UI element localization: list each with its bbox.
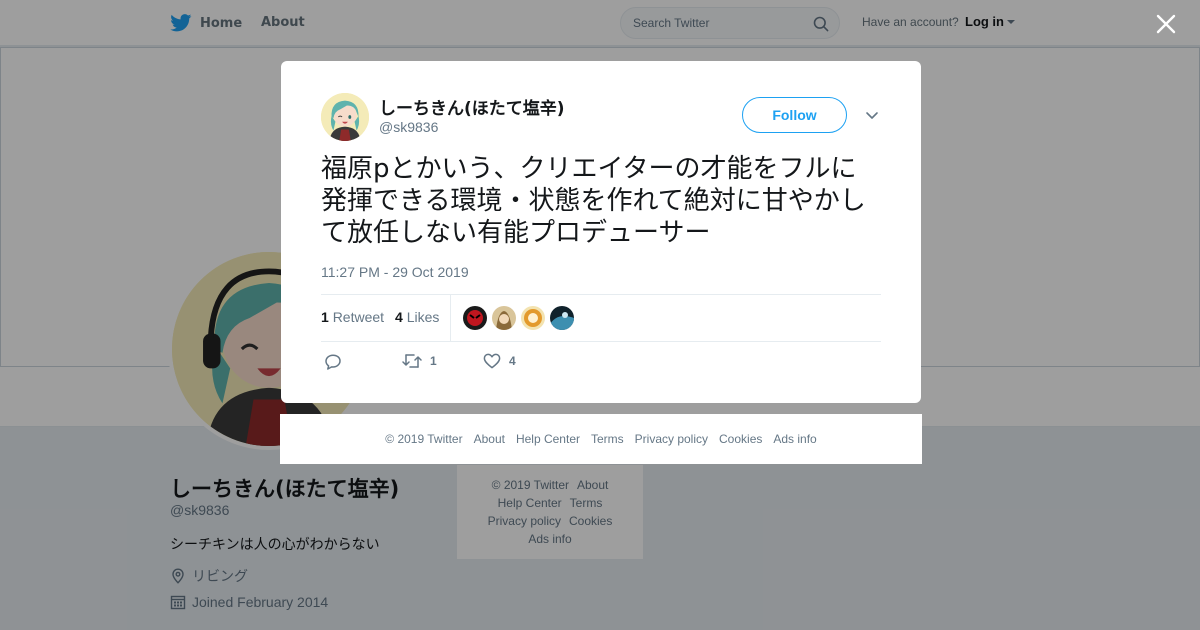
follow-button[interactable]: Follow [742, 97, 847, 133]
stats-divider [450, 295, 451, 342]
modal-footer-help-link[interactable]: Help Center [516, 432, 580, 446]
modal-footer-copyright: © 2019 Twitter [385, 432, 463, 446]
tweet-actions: 1 4 [321, 351, 881, 375]
liker-avatar[interactable] [492, 306, 516, 330]
retweet-icon [402, 354, 422, 368]
likes-stat[interactable]: 4 Likes [395, 309, 439, 325]
like-action-count: 4 [509, 354, 516, 368]
tweet-author-avatar[interactable] [321, 93, 369, 141]
modal-footer-cookies-link[interactable]: Cookies [719, 432, 762, 446]
heart-icon [483, 353, 501, 369]
tweet-author-name[interactable]: しーちきん(ほたて塩辛) [379, 94, 565, 119]
liker-avatar[interactable] [521, 306, 545, 330]
like-button[interactable]: 4 [483, 353, 516, 369]
retweet-stat-label: Retweet [332, 309, 385, 325]
reply-button[interactable] [324, 353, 342, 371]
retweet-stat[interactable]: 1 Retweet [321, 309, 384, 325]
retweet-stat-count: 1 [321, 309, 329, 325]
close-icon[interactable] [1154, 12, 1178, 36]
liker-avatar[interactable] [550, 306, 574, 330]
tweet-timestamp[interactable]: 11:27 PM - 29 Oct 2019 [321, 264, 469, 280]
anime-girl-avatar-image [321, 93, 369, 141]
modal-footer-ads-link[interactable]: Ads info [773, 432, 816, 446]
retweet-action-count: 1 [430, 354, 437, 368]
liker-avatars [463, 306, 574, 330]
tweet-modal: しーちきん(ほたて塩辛) @sk9836 Follow 福原pとかいう、クリエイ… [281, 61, 921, 403]
modal-footer-terms-link[interactable]: Terms [591, 432, 624, 446]
retweet-button[interactable]: 1 [402, 353, 437, 369]
modal-footer-about-link[interactable]: About [474, 432, 505, 446]
tweet-text: 福原pとかいう、クリエイターの才能をフルに発揮できる環境・状態を作れて絶対に甘や… [321, 154, 866, 248]
tweet-author-handle[interactable]: @sk9836 [379, 119, 438, 135]
liker-avatar[interactable] [463, 306, 487, 330]
chevron-down-icon[interactable] [864, 107, 880, 123]
likes-stat-label: Likes [406, 309, 440, 325]
likes-stat-count: 4 [395, 309, 403, 325]
modal-footer-privacy-link[interactable]: Privacy policy [635, 432, 708, 446]
modal-footer: © 2019 Twitter About Help Center Terms P… [280, 414, 922, 464]
tweet-stats: 1 Retweet 4 Likes [321, 294, 881, 342]
reply-icon [325, 354, 341, 370]
